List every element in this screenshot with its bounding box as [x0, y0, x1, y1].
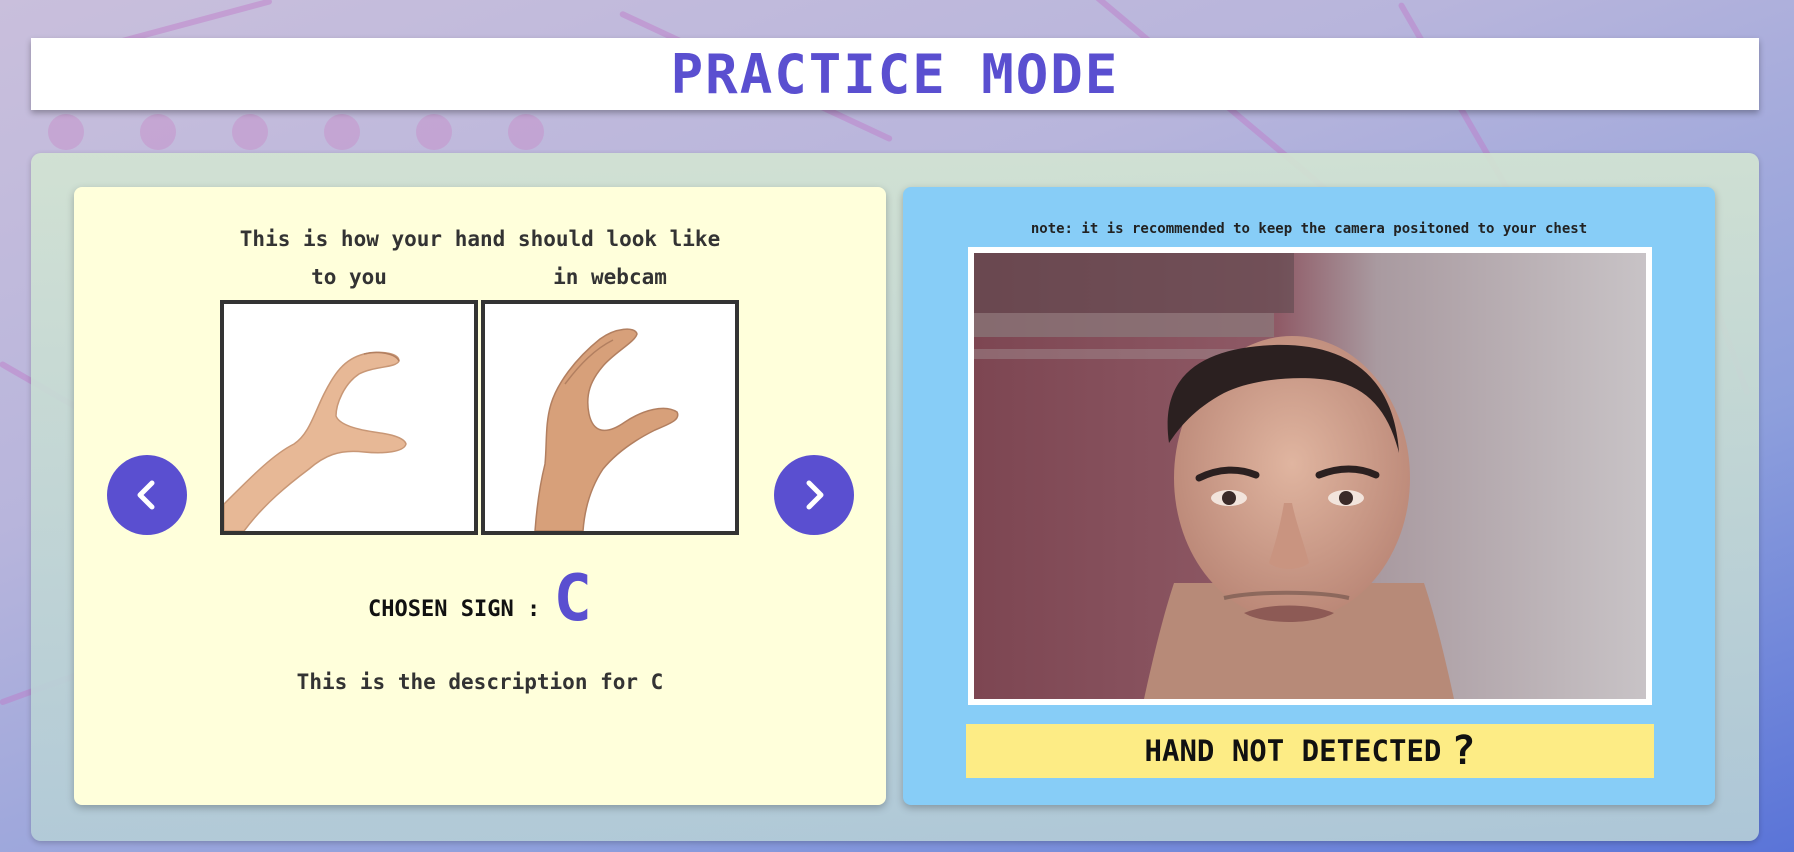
webcam-panel: note: it is recommended to keep the came… [903, 187, 1715, 805]
previous-sign-button[interactable] [107, 455, 187, 535]
question-mark-icon: ? [1451, 728, 1476, 774]
page-header: PRACTICE MODE [31, 38, 1759, 110]
chosen-sign-letter: C [553, 562, 592, 636]
next-sign-button[interactable] [774, 455, 854, 535]
status-text: HAND NOT DETECTED [1144, 734, 1442, 768]
reference-intro-text: This is how your hand should look like [239, 227, 721, 251]
hand-detection-status: HAND NOT DETECTED ? [966, 724, 1654, 778]
chosen-sign: CHOSEN SIGN : C [74, 562, 886, 636]
chevron-right-icon [806, 480, 824, 510]
sign-description: This is the description for C [296, 670, 664, 694]
hand-image-in-webcam [481, 300, 739, 535]
caption-in-webcam: in webcam [553, 265, 667, 289]
hand-image-to-you [220, 300, 478, 535]
chevron-left-icon [137, 480, 155, 510]
camera-note: note: it is recommended to keep the came… [1030, 221, 1588, 237]
chosen-sign-label: CHOSEN SIGN : [368, 597, 541, 622]
sign-reference-panel: This is how your hand should look like t… [74, 187, 886, 805]
webcam-feed [968, 247, 1652, 705]
caption-to-you: to you [311, 265, 387, 289]
page-title: PRACTICE MODE [670, 42, 1120, 106]
